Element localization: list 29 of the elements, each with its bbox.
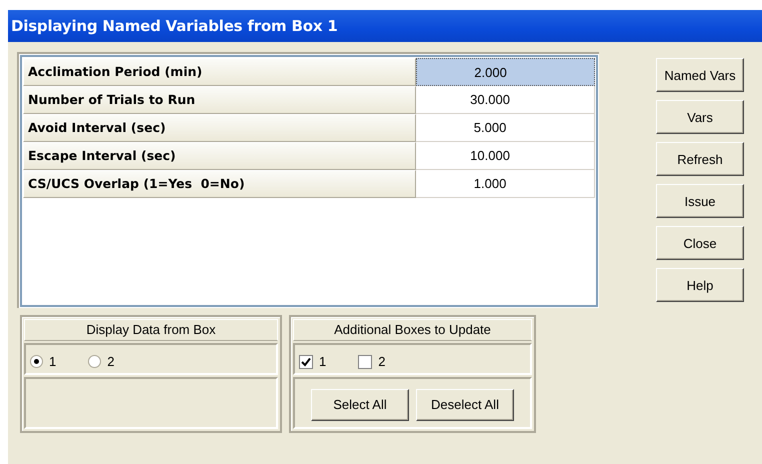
side-button[interactable]: Vars bbox=[656, 100, 744, 134]
variable-name: Escape Interval (sec) bbox=[23, 142, 416, 170]
select-button[interactable]: Select All bbox=[311, 388, 409, 420]
radio-button[interactable] bbox=[88, 355, 102, 368]
variable-name: Number of Trials to Run bbox=[23, 86, 416, 114]
option-label: 2 bbox=[378, 354, 386, 369]
option-label: 2 bbox=[107, 354, 114, 369]
variable-name: Avoid Interval (sec) bbox=[23, 114, 416, 142]
window-title: Displaying Named Variables from Box 1 bbox=[8, 10, 762, 42]
select-button[interactable]: Deselect All bbox=[416, 388, 514, 420]
side-button[interactable]: Close bbox=[656, 226, 744, 260]
side-button[interactable]: Named Vars bbox=[656, 58, 744, 92]
checkbox[interactable] bbox=[299, 354, 313, 368]
variable-name: CS/UCS Overlap (1=Yes 0=No) bbox=[23, 170, 416, 198]
variable-value[interactable]: 30.000 bbox=[416, 86, 595, 114]
group-title: Display Data from Box bbox=[24, 319, 278, 341]
variable-name: Acclimation Period (min) bbox=[23, 58, 416, 86]
side-button[interactable]: Refresh bbox=[656, 142, 744, 176]
option-label: 1 bbox=[319, 354, 326, 369]
radio-button[interactable] bbox=[30, 355, 43, 368]
option-label: 1 bbox=[49, 354, 56, 369]
variable-value[interactable]: 1.000 bbox=[416, 170, 595, 198]
side-button[interactable]: Issue bbox=[656, 184, 744, 218]
side-button[interactable]: Help bbox=[656, 268, 744, 302]
group-title: Additional Boxes to Update bbox=[293, 319, 532, 341]
variable-value[interactable]: 5.000 bbox=[416, 114, 595, 142]
variable-value[interactable]: 2.000 bbox=[416, 58, 595, 86]
variable-value[interactable]: 10.000 bbox=[416, 142, 595, 170]
checkbox[interactable] bbox=[358, 354, 372, 368]
